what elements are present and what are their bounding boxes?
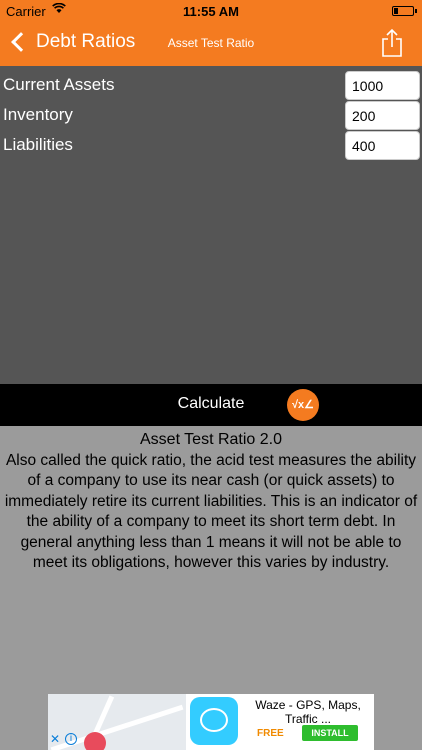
field-row-inventory: Inventory [0,101,422,131]
liabilities-input[interactable] [345,131,420,160]
ad-info-icon[interactable]: i [65,733,77,745]
current-assets-label: Current Assets [3,75,115,94]
map-pin-icon [84,732,106,750]
inventory-input[interactable] [345,101,420,130]
ad-map-image: ✕ i [48,694,186,750]
field-row-current-assets: Current Assets [0,71,422,101]
ad-price: FREE [257,728,284,739]
inventory-label: Inventory [3,105,73,124]
status-bar: Carrier 11:55 AM [0,0,422,22]
battery-icon [392,6,417,16]
current-assets-input[interactable] [345,71,420,100]
calculate-bar: Calculate √x∠ [0,384,422,426]
liabilities-label: Liabilities [3,135,73,154]
ad-title: Waze - GPS, Maps, Traffic ... [255,698,361,726]
share-button[interactable] [380,28,404,58]
ad-install-button[interactable]: INSTALL [302,725,358,741]
description-title: Asset Test Ratio 2.0 [140,431,282,448]
page-title: Asset Test Ratio [167,36,255,50]
navigation-bar: Debt Ratios Asset Test Ratio [0,22,422,66]
ad-banner[interactable]: ✕ i Waze - GPS, Maps, Traffic ... FREE I… [48,694,374,750]
input-form: Current Assets Inventory Liabilities [0,66,422,384]
calculate-button[interactable]: Calculate [0,395,422,413]
ad-close-icon[interactable]: ✕ [50,732,60,746]
field-row-liabilities: Liabilities [0,131,422,161]
share-icon [382,28,402,57]
clock-time: 11:55 AM [183,4,239,19]
description-panel: Asset Test Ratio 2.0 Also called the qui… [0,426,422,574]
description-body: Also called the quick ratio, the acid te… [4,451,418,572]
calculator-icon[interactable]: √x∠ [287,389,319,421]
waze-app-icon [190,697,238,745]
